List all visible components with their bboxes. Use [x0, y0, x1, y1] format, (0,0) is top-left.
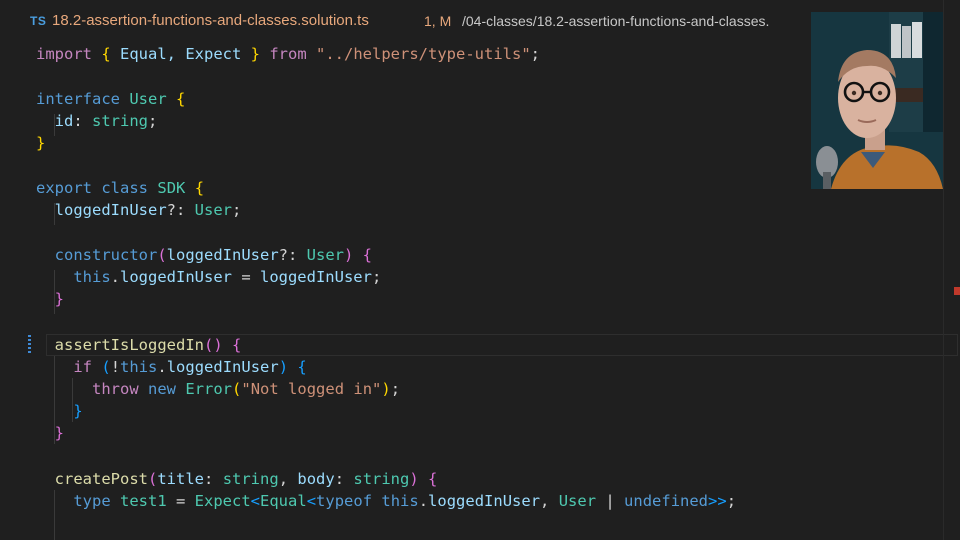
code-line-12: }: [54, 290, 65, 308]
typescript-file-icon: TS: [30, 14, 47, 28]
code-line-1: import { Equal, Expect } from "../helper…: [36, 45, 540, 63]
presenter-webcam-overlay: [811, 12, 943, 189]
code-line-21: type test1 = Expect<Equal<typeof this.lo…: [73, 492, 737, 510]
tab-status-badge: 1, M: [424, 13, 452, 29]
editor-scrollbar-track[interactable]: [943, 0, 944, 540]
presenter-webcam-image: [811, 12, 943, 189]
code-line-17: }: [73, 402, 83, 420]
code-line-8: loggedInUser?: User;: [54, 201, 242, 219]
code-line-18: }: [54, 424, 65, 442]
git-modified-gutter-marker[interactable]: [28, 335, 31, 355]
code-line-7: export class SDK {: [36, 179, 205, 197]
code-line-4: id: string;: [54, 112, 158, 130]
tab-path-breadcrumb[interactable]: /04-classes/18.2-assertion-functions-and…: [462, 13, 769, 29]
code-line-14: assertIsLoggedIn() {: [54, 336, 242, 354]
code-line-16: throw new Error("Not logged in");: [92, 380, 401, 398]
code-line-15: if (!this.loggedInUser) {: [73, 358, 307, 376]
code-line-3: interface User {: [36, 90, 186, 108]
tab-filename[interactable]: 18.2-assertion-functions-and-classes.sol…: [52, 12, 369, 29]
code-line-11: this.loggedInUser = loggedInUser;: [73, 268, 382, 286]
code-line-5: }: [36, 134, 46, 152]
code-line-10: constructor(loggedInUser?: User) {: [54, 246, 373, 264]
scrollbar-error-marker[interactable]: [954, 287, 960, 295]
code-line-20: createPost(title: string, body: string) …: [54, 470, 438, 488]
